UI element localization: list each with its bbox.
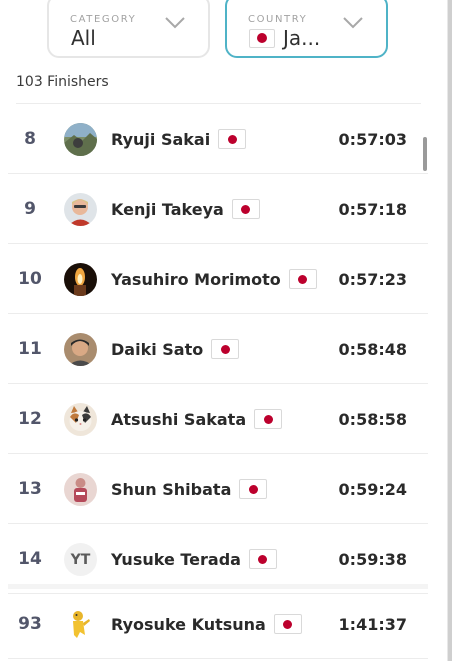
result-row[interactable]: 10 Yasuhiro Morimoto 0:57:23 bbox=[8, 244, 428, 314]
avatar[interactable] bbox=[64, 608, 97, 641]
result-row[interactable]: 12 Atsushi Sakata 0:58:58 bbox=[8, 384, 428, 454]
japan-flag-icon bbox=[248, 549, 277, 569]
person-photo-icon bbox=[64, 193, 97, 226]
finish-time: 0:58:58 bbox=[338, 409, 407, 429]
candle-photo-icon bbox=[64, 263, 97, 296]
finish-time: 1:41:37 bbox=[338, 614, 407, 634]
cat-photo-icon bbox=[64, 403, 97, 436]
avatar-initials[interactable]: YT bbox=[64, 543, 97, 576]
japan-flag-icon bbox=[273, 614, 302, 634]
rank-number: 93 bbox=[18, 614, 42, 634]
finishers-count: 103 Finishers bbox=[16, 74, 109, 90]
finish-time: 0:57:03 bbox=[338, 129, 407, 149]
avatar[interactable] bbox=[64, 333, 97, 366]
chevron-down-icon bbox=[343, 17, 363, 29]
avatar[interactable] bbox=[64, 473, 97, 506]
rank-number: 11 bbox=[18, 339, 42, 359]
runner-name-text: Shun Shibata bbox=[111, 479, 232, 499]
landscape-photo-icon bbox=[64, 123, 97, 156]
runner-name[interactable]: Kenji Takeya bbox=[111, 174, 260, 244]
runner-name[interactable]: Yasuhiro Morimoto bbox=[111, 244, 317, 314]
result-row[interactable]: 11 Daiki Sato 0:58:48 bbox=[8, 314, 428, 384]
japan-flag-icon bbox=[211, 339, 240, 359]
rank-number: 12 bbox=[18, 409, 42, 429]
avatar[interactable] bbox=[64, 123, 97, 156]
runner-name-text: Daiki Sato bbox=[111, 339, 204, 359]
category-filter-value: All bbox=[71, 26, 96, 50]
rank-number: 10 bbox=[18, 269, 42, 289]
figure-photo-icon bbox=[64, 473, 97, 506]
avatar[interactable] bbox=[64, 403, 97, 436]
finish-time: 0:57:23 bbox=[338, 269, 407, 289]
result-row[interactable]: 9 Kenji Takeya 0:57:18 bbox=[8, 174, 428, 244]
japan-flag-icon bbox=[218, 129, 247, 149]
runner-name-text: Ryuji Sakai bbox=[111, 129, 211, 149]
rank-number: 8 bbox=[24, 129, 36, 149]
japan-flag-icon bbox=[239, 479, 268, 499]
finish-time: 0:59:24 bbox=[338, 479, 407, 499]
country-filter-label: COUNTRY bbox=[248, 14, 308, 25]
panel-edge bbox=[448, 0, 452, 661]
japan-flag-icon bbox=[231, 199, 260, 219]
category-filter-value-text: All bbox=[71, 26, 96, 50]
runner-name[interactable]: Ryuji Sakai bbox=[111, 104, 247, 174]
rank-number: 9 bbox=[24, 199, 36, 219]
runner-name-text: Atsushi Sakata bbox=[111, 409, 247, 429]
runner-name-text: Kenji Takeya bbox=[111, 199, 224, 219]
japan-flag-icon bbox=[254, 409, 283, 429]
finish-time: 0:57:18 bbox=[338, 199, 407, 219]
runner-name-text: Yusuke Terada bbox=[111, 549, 241, 569]
yellow-figure-photo-icon bbox=[64, 608, 97, 641]
chevron-down-icon bbox=[165, 17, 185, 29]
avatar[interactable] bbox=[64, 263, 97, 296]
person-photo-icon bbox=[64, 333, 97, 366]
category-filter-label: CATEGORY bbox=[70, 14, 137, 25]
result-row[interactable]: 8 Ryuji Sakai 0:57:03 bbox=[8, 104, 428, 174]
country-filter-value-text: Ja... bbox=[283, 26, 321, 50]
finish-time: 0:58:48 bbox=[338, 339, 407, 359]
runner-name-text: Yasuhiro Morimoto bbox=[111, 269, 281, 289]
runner-name-text: Ryosuke Kutsuna bbox=[111, 614, 266, 634]
rank-number: 13 bbox=[18, 479, 42, 499]
result-row-highlighted[interactable]: 93 Ryosuke Kutsuna 1:41:37 bbox=[8, 589, 428, 659]
japan-flag-icon bbox=[249, 28, 275, 48]
category-filter-dropdown[interactable]: CATEGORY All bbox=[47, 0, 210, 58]
runner-name[interactable]: Shun Shibata bbox=[111, 454, 268, 524]
country-filter-value: Ja... bbox=[249, 26, 320, 50]
runner-name[interactable]: Ryosuke Kutsuna bbox=[111, 589, 302, 659]
result-row[interactable]: 13 Shun Shibata 0:59:24 bbox=[8, 454, 428, 524]
avatar[interactable] bbox=[64, 193, 97, 226]
japan-flag-icon bbox=[288, 269, 317, 289]
country-filter-dropdown[interactable]: COUNTRY Ja... bbox=[225, 0, 388, 58]
runner-name[interactable]: Daiki Sato bbox=[111, 314, 240, 384]
runner-name[interactable]: Atsushi Sakata bbox=[111, 384, 283, 454]
